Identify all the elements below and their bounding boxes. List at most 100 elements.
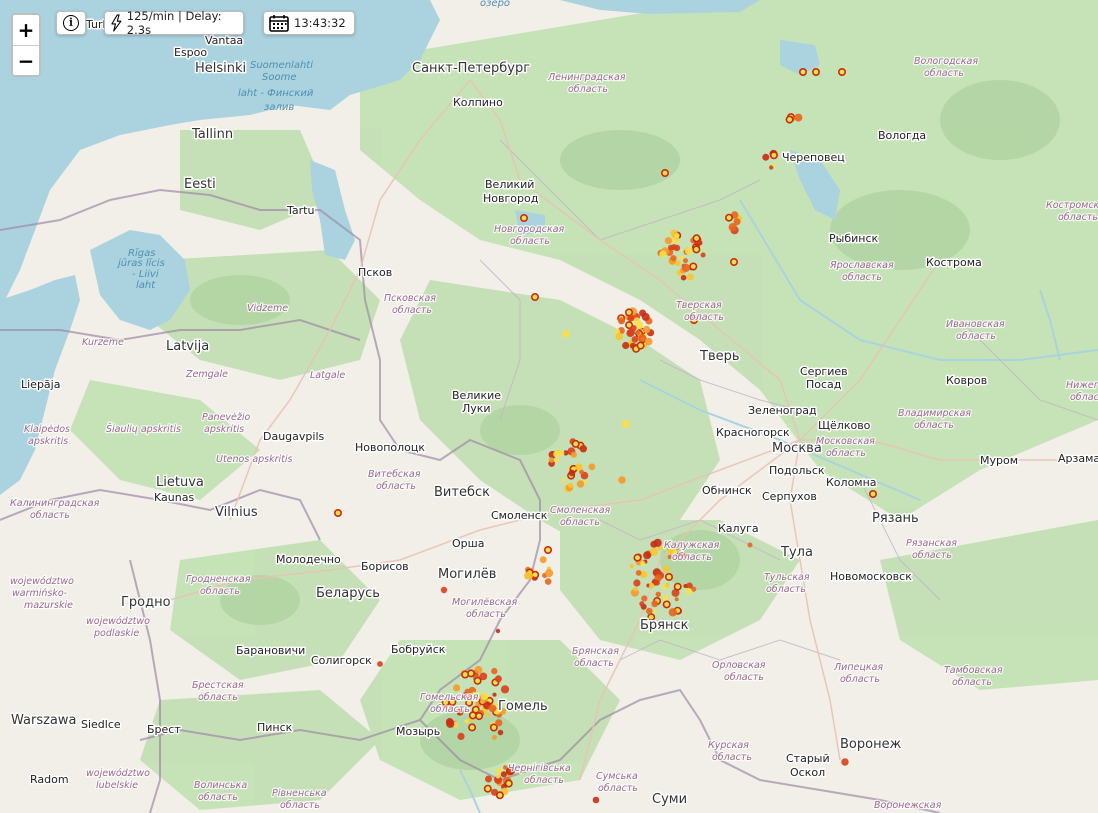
city-vluki-1: Великие — [452, 389, 501, 402]
region-tver-2: область — [684, 312, 724, 323]
lightning-strike — [639, 601, 645, 607]
lightning-strike — [618, 476, 626, 484]
lightning-strike — [668, 608, 677, 617]
city-arzamas: Арзамас — [1058, 452, 1098, 465]
region-kaliningrad-2: область — [30, 510, 70, 521]
lightning-strike — [492, 734, 497, 740]
lightning-strike — [653, 609, 658, 614]
city-daugavpils: Daugavpils — [263, 430, 325, 443]
city-vitebsk: Витебск — [434, 485, 490, 500]
lightning-strike — [504, 779, 513, 788]
sea-finn-4: залив — [264, 102, 294, 113]
lightning-strike — [679, 255, 684, 260]
region-novgorod-2: область — [510, 236, 550, 247]
region-lub-1: województwo — [86, 768, 150, 779]
region-lipetsk-2: область — [840, 674, 880, 685]
region-mogilev-1: Могилёвская — [452, 597, 517, 608]
zoom-out-button[interactable]: − — [13, 45, 39, 75]
region-moscow-2: область — [826, 448, 866, 459]
lightning-strike — [562, 330, 570, 338]
city-novgorod-1: Великий — [485, 178, 534, 191]
region-yaroslavl-1: Ярославская — [829, 260, 894, 271]
lightning-strike — [683, 584, 688, 588]
lightning-strike — [633, 579, 641, 587]
city-stary-2: Оскол — [790, 766, 825, 779]
lightning-strike — [497, 729, 504, 736]
city-ryazan: Рязань — [872, 511, 919, 526]
lightning-strike — [491, 667, 498, 675]
lightning-strike — [483, 784, 492, 793]
lightning-strike — [377, 661, 383, 667]
region-ivanovo-1: Ивановская — [946, 319, 1005, 330]
lightning-strike — [445, 718, 454, 726]
region-siauliai: Šiaulių apskritis — [106, 423, 181, 435]
region-bryansk-1: Брянская — [572, 646, 619, 657]
city-espoo: Espoo — [174, 46, 207, 59]
city-obninsk: Обнинск — [702, 484, 752, 497]
region-kaluga-2: область — [672, 552, 712, 563]
info-icon: i — [63, 15, 79, 31]
region-klaipeda-2: apskritis — [28, 436, 68, 447]
city-novomoskovsk: Новомосковск — [830, 570, 912, 583]
lightning-strike — [519, 214, 528, 223]
info-button[interactable]: i — [56, 11, 86, 35]
city-tula: Тула — [780, 545, 813, 560]
lightning-strike — [621, 419, 631, 429]
lightning-strike — [489, 723, 498, 732]
region-kaliningrad-1: Калининградская — [10, 498, 100, 509]
region-kursk-2: область — [712, 752, 752, 763]
city-mozyr: Мозырь — [396, 725, 440, 738]
lightning-strike — [485, 712, 490, 718]
lightning-strike — [635, 570, 642, 576]
region-vologda-1: Вологодская — [914, 56, 978, 67]
region-tula-2: область — [766, 584, 806, 595]
city-sergiev-1: Сергиев — [800, 365, 848, 378]
lightning-strike — [617, 317, 626, 325]
lightning-strike — [503, 765, 508, 770]
region-kostroma-2: область — [1058, 212, 1098, 223]
city-helsinki: Helsinki — [195, 61, 246, 76]
lightning-strike — [474, 665, 483, 674]
region-klaipeda-1: Klaipėdos — [24, 424, 70, 435]
lightning-strike — [785, 115, 794, 124]
lightning-strike — [692, 245, 701, 254]
lightning-strike — [480, 692, 489, 701]
lightning-strike — [673, 582, 682, 591]
region-pskov-1: Псковская — [384, 293, 436, 304]
region-chernihiv-2: область — [524, 775, 564, 786]
calendar-icon — [269, 15, 289, 32]
region-podl-2: podlaskie — [93, 628, 139, 639]
region-leningrad-2: область — [568, 84, 608, 95]
region-brest-1: Брестская — [192, 680, 244, 691]
lightning-strike — [747, 542, 753, 548]
country-eesti: Eesti — [184, 177, 216, 192]
region-utena: Utenos apskritis — [216, 454, 293, 465]
lightning-strike — [660, 169, 669, 178]
lightning-strike — [544, 578, 552, 585]
lightning-strike — [464, 719, 469, 724]
time-panel[interactable]: 13:43:32 — [263, 11, 355, 35]
region-moscow-1: Московская — [816, 436, 875, 447]
region-vladimir-2: область — [914, 420, 954, 431]
strike-rate-panel[interactable]: 125/min | Delay: 2.3s — [104, 9, 244, 37]
city-pinsk: Пинск — [257, 721, 293, 734]
lightning-strike — [837, 68, 846, 77]
city-sumy: Суми — [652, 792, 687, 807]
region-kurzeme: Kurzeme — [82, 337, 124, 348]
time-text: 13:43:32 — [294, 16, 346, 30]
lightning-strike — [531, 570, 540, 579]
city-molodechno: Молодечно — [276, 553, 341, 566]
lightning-strike — [655, 591, 661, 597]
city-novopolotsk: Новополоцк — [355, 441, 425, 454]
lightning-strike — [670, 255, 677, 262]
lightning-strike — [488, 704, 497, 713]
lightning-strike — [539, 556, 547, 564]
city-borisov: Борисов — [361, 560, 409, 573]
lightning-strike — [686, 273, 694, 281]
map-canvas[interactable]: Turk озеро Vantaa Espoo Helsinki Tallinn… — [0, 0, 1098, 813]
region-leningrad-1: Ленинградская — [547, 72, 626, 83]
region-gomel-2: область — [430, 704, 470, 715]
zoom-in-button[interactable]: + — [13, 15, 39, 45]
lightning-strike — [543, 545, 552, 554]
lightning-strike — [643, 325, 651, 334]
